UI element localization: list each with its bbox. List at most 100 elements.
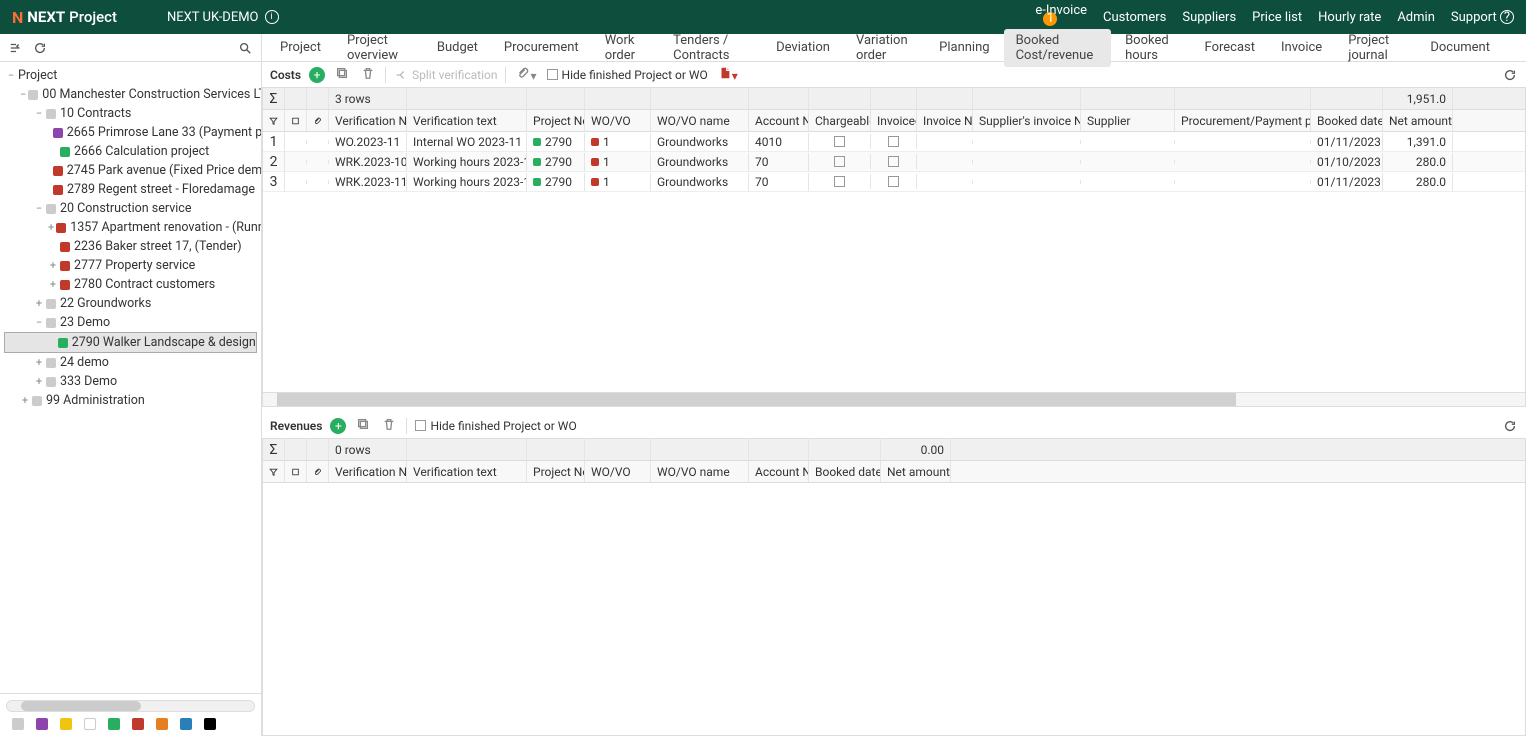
sigma-icon[interactable]: Σ	[263, 88, 285, 109]
rcol-verification-no[interactable]: Verification No ▴	[329, 461, 407, 482]
nav-support[interactable]: Support ?	[1451, 10, 1514, 25]
tree-collapse-icon[interactable]	[8, 40, 24, 56]
tab-project-journal[interactable]: Project journal	[1336, 29, 1416, 67]
tree-item[interactable]: +2777 Property service	[0, 256, 261, 275]
tree-item[interactable]: +99 Administration	[0, 391, 261, 410]
col-net-amount[interactable]: Net amount	[1383, 110, 1453, 131]
add-revenue-button[interactable]: +	[330, 418, 346, 434]
rcol-wovo[interactable]: WO/VO	[585, 461, 651, 482]
tree-item[interactable]: −10 Contracts	[0, 104, 261, 123]
note-rev-col-icon[interactable]	[285, 461, 307, 482]
hide-finished-checkbox[interactable]: Hide finished Project or WO	[547, 68, 708, 82]
legend-color[interactable]	[60, 718, 72, 730]
note-col-icon[interactable]	[285, 110, 307, 131]
tree-item[interactable]: 2790 Walker Landscape & design	[4, 332, 257, 353]
refresh-costs-icon[interactable]	[1502, 67, 1518, 83]
costs-h-scrollbar[interactable]	[263, 392, 1525, 406]
col-supplier[interactable]: Supplier	[1081, 110, 1175, 131]
tab-planning[interactable]: Planning	[927, 36, 1001, 59]
rcol-account-no[interactable]: Account No	[749, 461, 809, 482]
table-row[interactable]: 3WRK.2023-11Working hours 2023-1...27901…	[263, 172, 1525, 192]
nav-admin[interactable]: Admin	[1397, 10, 1435, 25]
pdf-export-icon[interactable]: ▾	[716, 66, 740, 83]
attachment-rev-col-icon[interactable]	[307, 461, 329, 482]
tab-variation-order[interactable]: Variation order	[844, 29, 925, 67]
refresh-tabs-icon[interactable]	[1504, 40, 1520, 56]
nav-pricelist[interactable]: Price list	[1252, 10, 1302, 25]
hide-finished-rev-checkbox[interactable]: Hide finished Project or WO	[415, 419, 576, 433]
rcol-net-amount[interactable]: Net amount	[881, 461, 951, 482]
col-verification-text[interactable]: Verification text	[407, 110, 527, 131]
tree-item[interactable]: 2789 Regent street - Floredamage	[0, 180, 261, 199]
attachment-col-icon[interactable]	[307, 110, 329, 131]
legend-color[interactable]	[108, 718, 120, 730]
col-invoice-no[interactable]: Invoice No	[917, 110, 973, 131]
nav-customers[interactable]: Customers	[1103, 10, 1166, 25]
tab-document[interactable]: Document	[1418, 36, 1502, 59]
tab-project-overview[interactable]: Project overview	[335, 29, 423, 67]
nav-hourly[interactable]: Hourly rate	[1318, 10, 1381, 25]
col-verification-no[interactable]: Verification No ▴	[329, 110, 407, 131]
tab-booked-hours[interactable]: Booked hours	[1113, 29, 1190, 67]
tree-item[interactable]: 2665 Primrose Lane 33 (Payment plan,	[0, 123, 261, 142]
col-booked-date[interactable]: Booked date	[1311, 110, 1383, 131]
filter-icon[interactable]	[263, 110, 285, 131]
table-row[interactable]: 1WO.2023-11Internal WO 2023-1127901Groun…	[263, 132, 1525, 152]
tree-item[interactable]: +24 demo	[0, 353, 261, 372]
legend-color[interactable]	[84, 718, 96, 730]
tree-item[interactable]: +2780 Contract customers	[0, 275, 261, 294]
tree-item[interactable]: 2236 Baker street 17, (Tender)	[0, 237, 261, 256]
tree-item[interactable]: −23 Demo	[0, 313, 261, 332]
tab-tenders-contracts[interactable]: Tenders / Contracts	[661, 29, 762, 67]
demo-selector[interactable]: NEXT UK-DEMO i	[167, 10, 279, 25]
tab-deviation[interactable]: Deviation	[764, 36, 842, 59]
col-wovo[interactable]: WO/VO	[585, 110, 651, 131]
delete-icon[interactable]	[359, 66, 377, 83]
tree-item[interactable]: +333 Demo	[0, 372, 261, 391]
legend-color[interactable]	[12, 718, 24, 730]
col-wovo-name[interactable]: WO/VO name	[651, 110, 749, 131]
col-procurement-plan[interactable]: Procurement/Payment plan	[1175, 110, 1311, 131]
tab-budget[interactable]: Budget	[425, 36, 490, 59]
copy-icon[interactable]	[333, 66, 351, 83]
info-icon[interactable]: i	[265, 10, 279, 24]
tree-root[interactable]: −Project	[0, 66, 261, 85]
nav-einvoice[interactable]: e-Invoice1	[1035, 3, 1087, 32]
col-project-no[interactable]: Project No	[527, 110, 585, 131]
legend-color[interactable]	[180, 718, 192, 730]
table-row[interactable]: 2WRK.2023-10Working hours 2023-1...27901…	[263, 152, 1525, 172]
legend-color[interactable]	[132, 718, 144, 730]
refresh-revenues-icon[interactable]	[1502, 418, 1518, 434]
nav-suppliers[interactable]: Suppliers	[1182, 10, 1236, 25]
delete-revenue-icon[interactable]	[380, 417, 398, 434]
add-cost-button[interactable]: +	[309, 67, 325, 83]
col-account-no[interactable]: Account No	[749, 110, 809, 131]
col-supplier-invoice-no[interactable]: Supplier's invoice No	[973, 110, 1081, 131]
tab-procurement[interactable]: Procurement	[492, 36, 591, 59]
copy-revenue-icon[interactable]	[354, 417, 372, 434]
tab-forecast[interactable]: Forecast	[1193, 36, 1267, 59]
tree-item[interactable]: −00 Manchester Construction Services LTD	[0, 85, 261, 104]
project-tree[interactable]: −Project−00 Manchester Construction Serv…	[0, 62, 261, 693]
col-chargeable[interactable]: Chargeable	[809, 110, 871, 131]
legend-color[interactable]	[156, 718, 168, 730]
search-icon[interactable]	[237, 40, 253, 56]
tab-invoice[interactable]: Invoice	[1269, 36, 1334, 59]
col-invoiced[interactable]: Invoiced	[871, 110, 917, 131]
legend-color[interactable]	[36, 718, 48, 730]
attachment-icon[interactable]: ▾	[514, 66, 538, 83]
sigma-rev-icon[interactable]: Σ	[263, 439, 285, 460]
tree-item[interactable]: +1357 Apartment renovation - (Running	[0, 218, 261, 237]
tab-work-order[interactable]: Work order	[593, 29, 659, 67]
tab-project[interactable]: Project	[268, 36, 333, 59]
legend-color[interactable]	[204, 718, 216, 730]
rcol-project-no[interactable]: Project No	[527, 461, 585, 482]
tab-booked-cost-revenue[interactable]: Booked Cost/revenue	[1004, 29, 1112, 67]
tree-item[interactable]: +22 Groundworks	[0, 294, 261, 313]
rcol-wovo-name[interactable]: WO/VO name	[651, 461, 749, 482]
refresh-icon[interactable]	[32, 40, 48, 56]
rcol-verification-text[interactable]: Verification text	[407, 461, 527, 482]
filter-rev-icon[interactable]	[263, 461, 285, 482]
tree-h-scrollbar[interactable]	[6, 700, 255, 712]
tree-item[interactable]: 2666 Calculation project	[0, 142, 261, 161]
